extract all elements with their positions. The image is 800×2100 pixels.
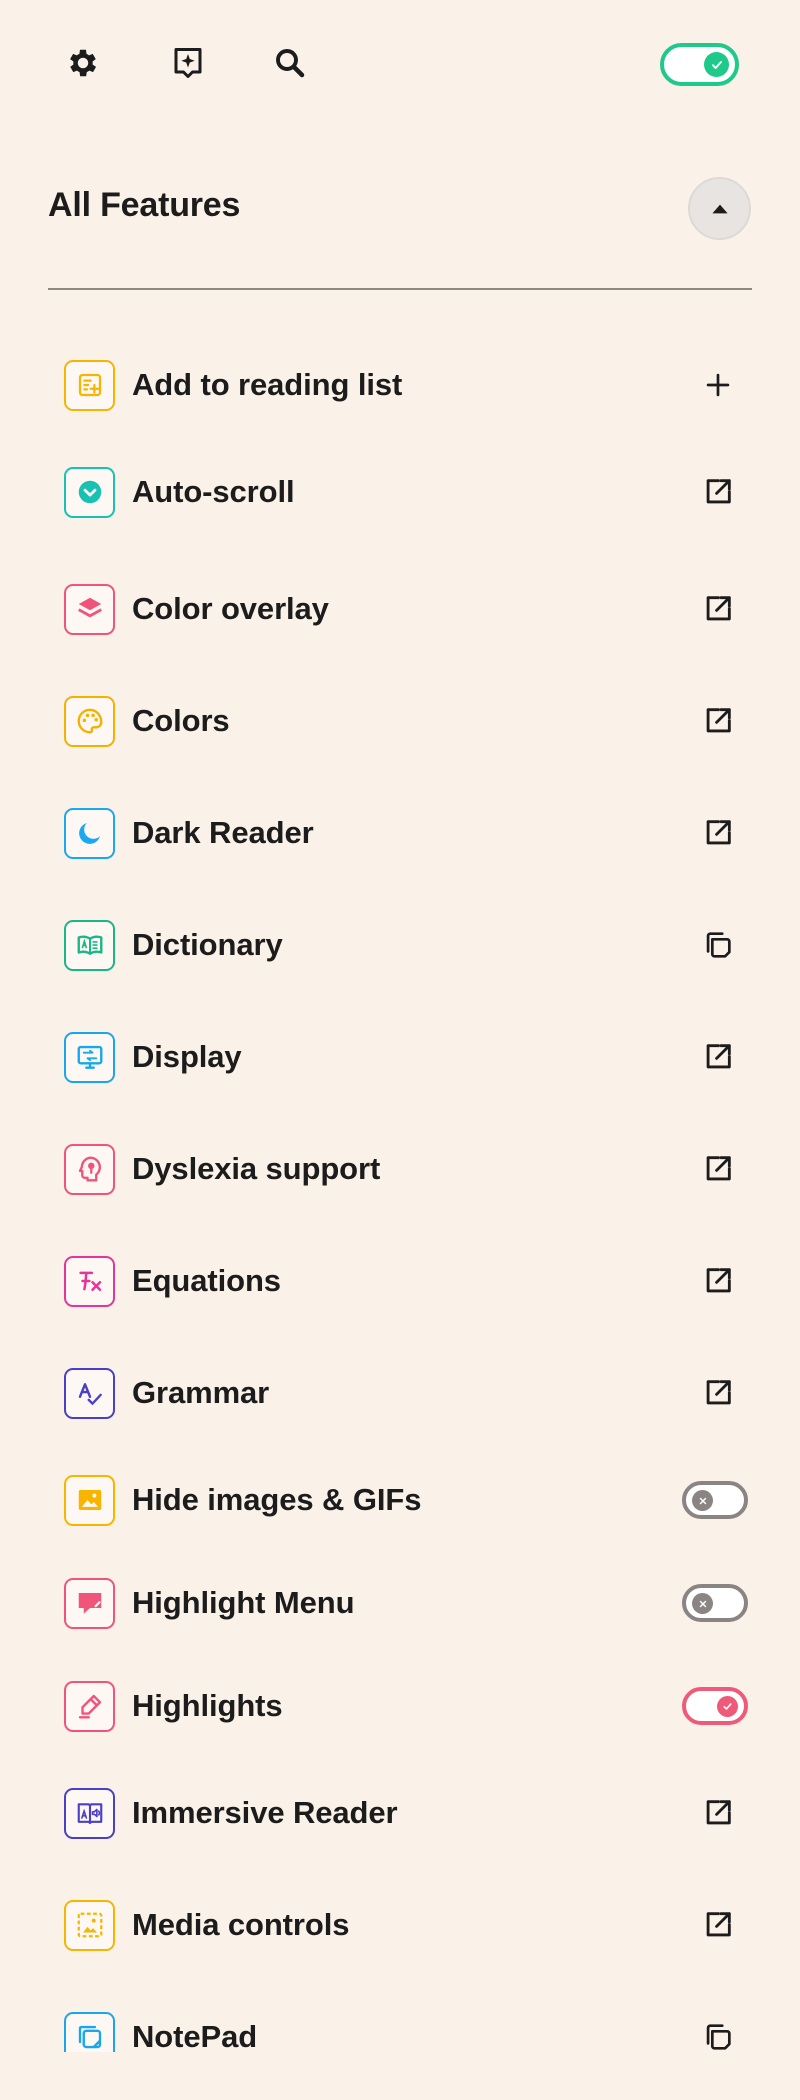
feature-list: Add to reading list Auto-scroll Color over… bbox=[0, 0, 800, 2052]
external-link-icon bbox=[706, 820, 731, 845]
feature-toggle[interactable] bbox=[682, 1584, 748, 1622]
copy-button[interactable] bbox=[696, 2015, 740, 2052]
feature-label: Highlight Menu bbox=[132, 1585, 355, 1620]
feature-row[interactable]: Add to reading list bbox=[48, 350, 752, 420]
open-button[interactable] bbox=[696, 1035, 740, 1079]
open-button[interactable] bbox=[696, 811, 740, 855]
feature-label: Media controls bbox=[132, 1907, 350, 1942]
comment-icon bbox=[64, 1577, 115, 1629]
feature-label: Dyslexia support bbox=[132, 1151, 381, 1186]
external-link-icon bbox=[706, 1156, 731, 1181]
external-link-icon bbox=[706, 479, 731, 504]
feature-label: Hide images & GIFs bbox=[132, 1482, 422, 1517]
external-link-icon bbox=[706, 1800, 731, 1825]
feature-label: Dictionary bbox=[132, 927, 283, 962]
feature-toggle[interactable] bbox=[682, 1687, 748, 1725]
open-button[interactable] bbox=[696, 1147, 740, 1191]
feature-row[interactable]: Immersive Reader bbox=[48, 1778, 752, 1848]
book-icon bbox=[64, 919, 115, 971]
feature-label: Display bbox=[132, 1039, 242, 1074]
feature-row[interactable]: Display bbox=[48, 1022, 752, 1092]
external-link-icon bbox=[706, 1268, 731, 1293]
notepad-icon bbox=[64, 2011, 115, 2052]
feature-row[interactable]: Colors bbox=[48, 686, 752, 756]
feature-label: Colors bbox=[132, 703, 230, 738]
external-link-icon bbox=[706, 596, 731, 621]
feature-row[interactable]: Highlights bbox=[48, 1671, 752, 1741]
add-button[interactable] bbox=[696, 363, 740, 407]
feature-row[interactable]: Dark Reader bbox=[48, 798, 752, 868]
open-button[interactable] bbox=[696, 1903, 740, 1947]
head-icon bbox=[64, 1143, 115, 1195]
feature-row[interactable]: Dictionary bbox=[48, 910, 752, 980]
image-icon bbox=[64, 1474, 115, 1526]
palette-icon bbox=[64, 695, 115, 747]
open-button[interactable] bbox=[696, 1791, 740, 1835]
feature-row[interactable]: Equations bbox=[48, 1246, 752, 1316]
open-button[interactable] bbox=[696, 587, 740, 631]
external-link-icon bbox=[706, 708, 731, 733]
x-icon bbox=[692, 1593, 713, 1614]
feature-row[interactable]: Media controls bbox=[48, 1890, 752, 1960]
feature-label: Equations bbox=[132, 1263, 281, 1298]
feature-row[interactable]: Color overlay bbox=[48, 574, 752, 644]
feature-label: Highlights bbox=[132, 1688, 283, 1723]
feature-row[interactable]: Hide images & GIFs bbox=[48, 1465, 752, 1535]
feature-toggle[interactable] bbox=[682, 1481, 748, 1519]
open-button[interactable] bbox=[696, 699, 740, 743]
immersive-reader-icon bbox=[64, 1787, 115, 1839]
extension-panel: All Features Add to reading list Auto-scr… bbox=[0, 0, 800, 2100]
feature-row[interactable]: Dyslexia support bbox=[48, 1134, 752, 1204]
function-icon bbox=[64, 1255, 115, 1307]
feature-label: Color overlay bbox=[132, 591, 329, 626]
copy-icon bbox=[706, 2024, 731, 2050]
check-icon bbox=[717, 1696, 738, 1717]
feature-label: Add to reading list bbox=[132, 367, 403, 402]
copy-icon bbox=[706, 932, 731, 958]
layers-icon bbox=[64, 583, 115, 635]
feature-row[interactable]: Auto-scroll bbox=[48, 457, 752, 527]
feature-row[interactable]: NotePad bbox=[48, 2002, 752, 2052]
highlighter-icon bbox=[64, 1680, 115, 1732]
open-button[interactable] bbox=[696, 1371, 740, 1415]
plus-icon bbox=[706, 373, 730, 397]
feature-label: NotePad bbox=[132, 2019, 258, 2052]
feature-label: Dark Reader bbox=[132, 815, 314, 850]
feature-row[interactable]: Highlight Menu bbox=[48, 1568, 752, 1638]
feature-label: Immersive Reader bbox=[132, 1795, 398, 1830]
feature-row[interactable]: Grammar bbox=[48, 1358, 752, 1428]
feature-label: Grammar bbox=[132, 1375, 270, 1410]
external-link-icon bbox=[706, 1380, 731, 1405]
feature-label: Auto-scroll bbox=[132, 474, 295, 509]
external-link-icon bbox=[706, 1912, 731, 1937]
spellcheck-icon bbox=[64, 1367, 115, 1419]
open-button[interactable] bbox=[696, 1259, 740, 1303]
x-icon bbox=[692, 1490, 713, 1511]
chevron-circle-icon bbox=[64, 466, 115, 518]
external-link-icon bbox=[706, 1044, 731, 1069]
reading-list-icon bbox=[64, 359, 115, 411]
media-icon bbox=[64, 1899, 115, 1951]
moon-icon bbox=[64, 807, 115, 859]
monitor-icon bbox=[64, 1031, 115, 1083]
copy-button[interactable] bbox=[696, 923, 740, 967]
open-button[interactable] bbox=[696, 470, 740, 514]
